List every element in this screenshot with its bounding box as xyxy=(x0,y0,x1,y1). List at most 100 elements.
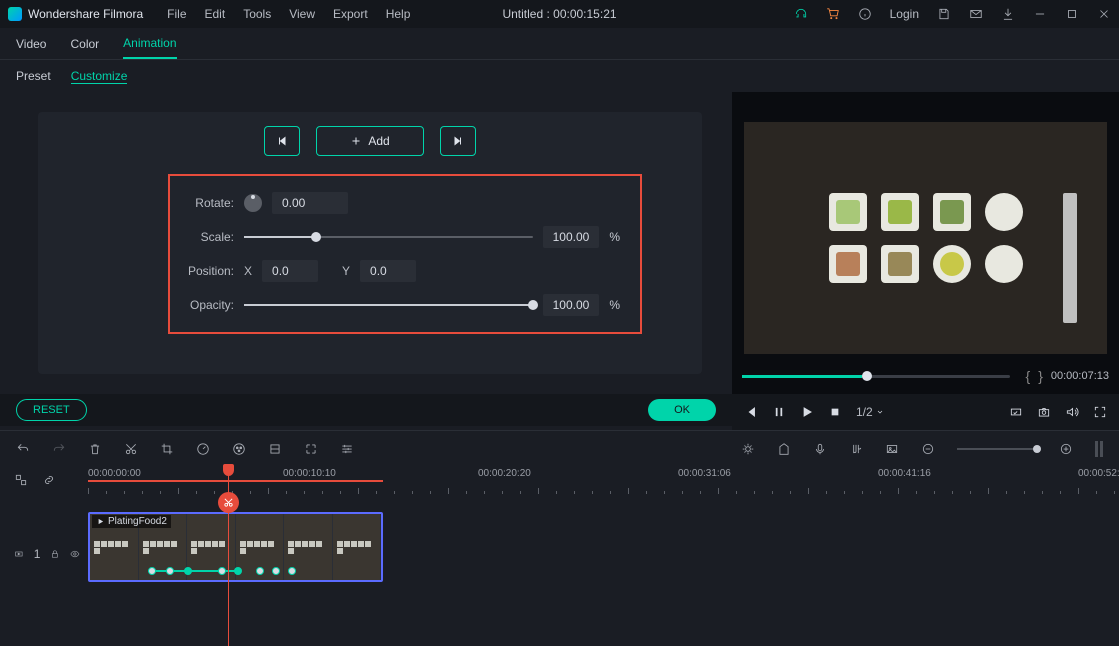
quality-icon[interactable] xyxy=(1009,405,1023,419)
render-icon[interactable] xyxy=(741,442,755,456)
subtab-customize[interactable]: Customize xyxy=(71,69,128,84)
redo-icon[interactable] xyxy=(52,442,66,456)
scale-input[interactable]: 100.00 xyxy=(543,226,600,248)
greenscreen-icon[interactable] xyxy=(268,442,282,456)
link-icon[interactable] xyxy=(42,473,56,487)
scale-slider[interactable] xyxy=(244,236,533,238)
marker-icon[interactable] xyxy=(777,442,791,456)
mark-in-icon[interactable]: { xyxy=(1026,368,1031,384)
next-keyframe-button[interactable] xyxy=(440,126,476,156)
volume-icon[interactable] xyxy=(1065,405,1079,419)
lock-icon[interactable] xyxy=(50,547,60,561)
menu-view[interactable]: View xyxy=(289,7,315,21)
preview-content xyxy=(881,193,919,231)
mark-out-icon[interactable]: } xyxy=(1038,368,1043,384)
timeline-tracks: 1 PlatingFood2 xyxy=(0,494,1119,614)
rotate-label: Rotate: xyxy=(184,196,234,210)
fullscreen-icon[interactable] xyxy=(1093,405,1107,419)
zoom-out-icon[interactable] xyxy=(921,442,935,456)
prev-keyframe-button[interactable] xyxy=(264,126,300,156)
keyframe-lane[interactable] xyxy=(100,566,371,576)
menu-tools[interactable]: Tools xyxy=(243,7,271,21)
pos-y-label: Y xyxy=(342,264,350,278)
play-range[interactable] xyxy=(88,480,383,482)
login-button[interactable]: Login xyxy=(890,7,919,21)
download-icon[interactable] xyxy=(1001,7,1015,21)
playhead[interactable] xyxy=(228,466,229,646)
timeline-ruler[interactable]: 00:00:00:00 00:00:10:10 00:00:20:20 00:0… xyxy=(80,466,1119,494)
visibility-icon[interactable] xyxy=(70,547,80,561)
crop-icon[interactable] xyxy=(160,442,174,456)
color-icon[interactable] xyxy=(232,442,246,456)
expand-icon[interactable] xyxy=(304,442,318,456)
pos-x-label: X xyxy=(244,264,252,278)
zoom-slider[interactable] xyxy=(957,448,1037,450)
play-icon[interactable] xyxy=(800,405,814,419)
playhead-handle[interactable] xyxy=(223,464,234,476)
video-track-icon[interactable] xyxy=(14,547,24,561)
minimize-icon[interactable] xyxy=(1033,7,1047,21)
ruler-tick: 00:00:20:20 xyxy=(478,468,531,479)
audio-mixer-icon[interactable] xyxy=(849,442,863,456)
add-keyframe-label: Add xyxy=(368,134,389,148)
track-lane[interactable]: PlatingFood2 xyxy=(80,494,1119,614)
maximize-icon[interactable] xyxy=(1065,7,1079,21)
settings-icon[interactable] xyxy=(340,442,354,456)
clip[interactable]: PlatingFood2 xyxy=(88,512,383,582)
snapshot-icon[interactable] xyxy=(1037,405,1051,419)
preview-timecode: 00:00:07:13 xyxy=(1051,370,1109,382)
ruler-tick: 00:00:41:16 xyxy=(878,468,931,479)
add-keyframe-button[interactable]: Add xyxy=(316,126,424,156)
subtab-preset[interactable]: Preset xyxy=(16,69,51,83)
logo-icon xyxy=(8,7,22,21)
track-collapse-icon[interactable] xyxy=(14,473,28,487)
delete-icon[interactable] xyxy=(88,442,102,456)
cart-icon[interactable] xyxy=(826,7,840,21)
preview-content xyxy=(933,245,971,283)
preview-scrubber[interactable] xyxy=(742,375,1010,378)
voiceover-icon[interactable] xyxy=(813,442,827,456)
pause-icon[interactable] xyxy=(772,405,786,419)
reset-button[interactable]: RESET xyxy=(16,399,87,421)
animation-subtabs: Preset Customize xyxy=(0,60,1119,92)
zoom-in-icon[interactable] xyxy=(1059,442,1073,456)
app-name: Wondershare Filmora xyxy=(28,7,143,21)
stop-icon[interactable] xyxy=(828,405,842,419)
opacity-label: Opacity: xyxy=(184,298,234,312)
rotate-input[interactable]: 0.00 xyxy=(272,192,348,214)
save-icon[interactable] xyxy=(937,7,951,21)
opacity-slider[interactable] xyxy=(244,304,533,306)
opacity-input[interactable]: 100.00 xyxy=(543,294,600,316)
menu-edit[interactable]: Edit xyxy=(205,7,226,21)
app-logo: Wondershare Filmora xyxy=(8,7,143,21)
cut-icon[interactable] xyxy=(124,442,138,456)
preview-viewport[interactable] xyxy=(744,122,1107,354)
menu-file[interactable]: File xyxy=(167,7,186,21)
menu-help[interactable]: Help xyxy=(386,7,411,21)
info-icon[interactable] xyxy=(858,7,872,21)
menu-export[interactable]: Export xyxy=(333,7,368,21)
tab-video[interactable]: Video xyxy=(16,30,46,58)
main-menu: File Edit Tools View Export Help xyxy=(167,7,410,21)
thumbnail-icon[interactable] xyxy=(885,442,899,456)
rotate-knob[interactable] xyxy=(244,194,262,212)
close-icon[interactable] xyxy=(1097,7,1111,21)
headset-icon[interactable] xyxy=(794,7,808,21)
mail-icon[interactable] xyxy=(969,7,983,21)
tab-animation[interactable]: Animation xyxy=(123,29,176,59)
speed-icon[interactable] xyxy=(196,442,210,456)
tab-color[interactable]: Color xyxy=(70,30,99,58)
undo-icon[interactable] xyxy=(16,442,30,456)
step-back-icon[interactable] xyxy=(744,405,758,419)
playhead-cut-icon[interactable] xyxy=(218,492,239,513)
timeline-toolbar xyxy=(0,430,1119,466)
preview-content xyxy=(881,245,919,283)
ok-button[interactable]: OK xyxy=(648,399,716,421)
document-title: Untitled : 00:00:15:21 xyxy=(502,7,616,21)
pos-x-input[interactable]: 0.0 xyxy=(262,260,318,282)
ruler-tick: 00:00:31:06 xyxy=(678,468,731,479)
pos-y-input[interactable]: 0.0 xyxy=(360,260,416,282)
playback-speed[interactable]: 1/2 xyxy=(856,405,884,419)
scale-unit: % xyxy=(609,230,620,244)
preview-content xyxy=(829,245,867,283)
